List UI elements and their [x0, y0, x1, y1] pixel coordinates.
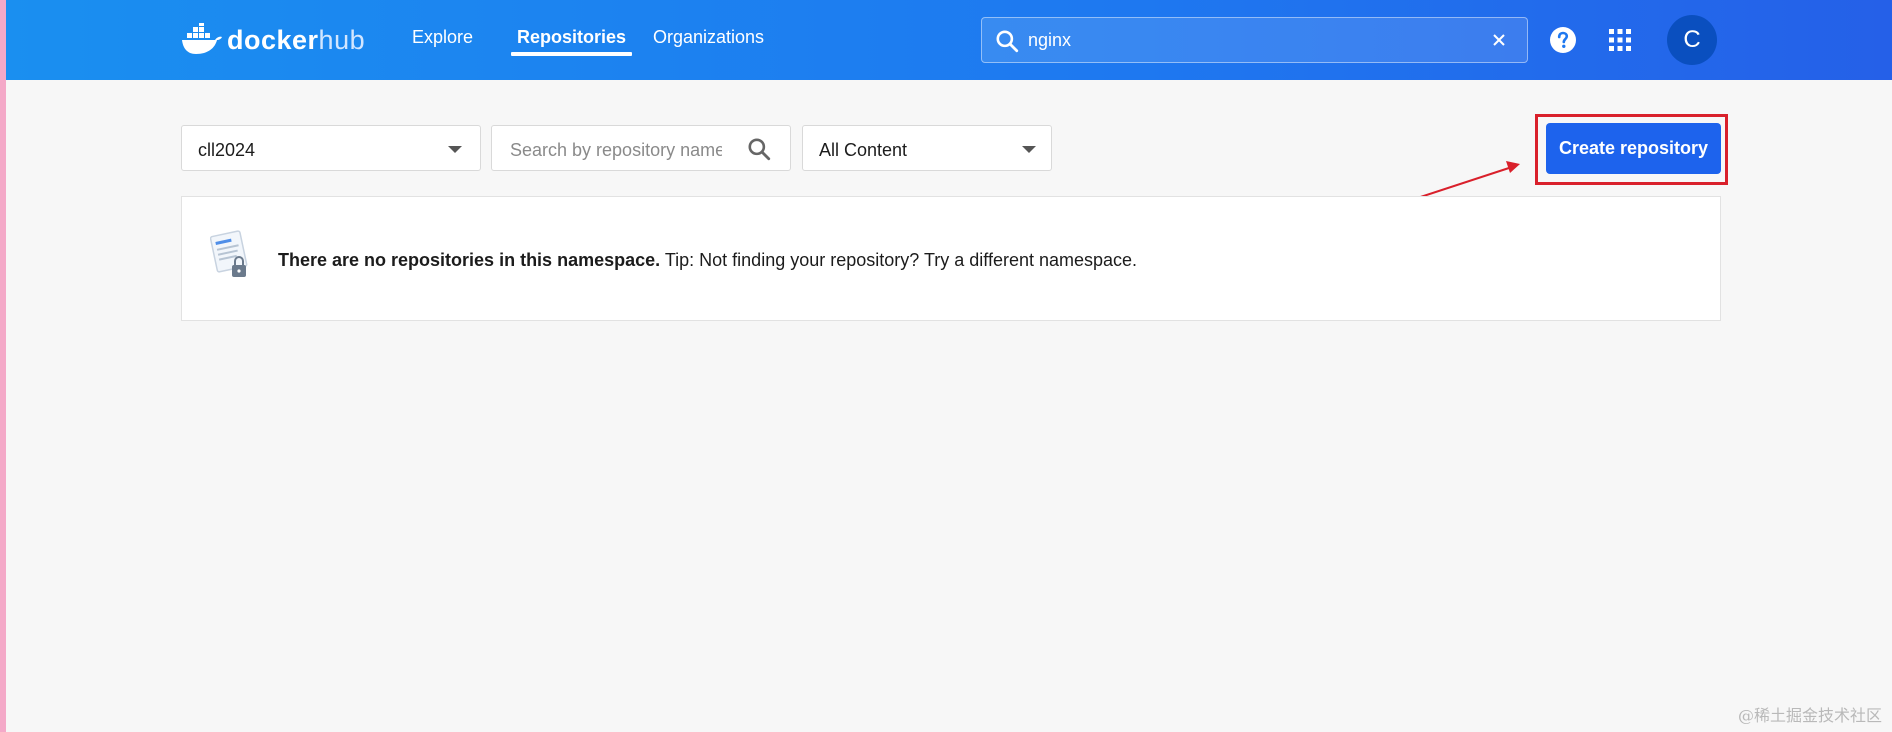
docker-whale-icon: [182, 23, 222, 54]
nav-active-indicator: [511, 52, 632, 56]
search-icon: [996, 30, 1019, 53]
empty-repository-illustration: [210, 230, 248, 277]
chevron-down-icon: [448, 146, 462, 153]
logo-text-docker: docker: [227, 24, 319, 55]
empty-state-tip: Tip: Not finding your repository? Try a …: [660, 250, 1138, 270]
empty-state-card: There are no repositories in this namesp…: [181, 196, 1721, 321]
nav-repositories[interactable]: Repositories: [517, 27, 626, 48]
nav-organizations[interactable]: Organizations: [653, 27, 764, 48]
user-avatar[interactable]: C: [1667, 15, 1717, 65]
help-icon[interactable]: [1549, 26, 1577, 54]
apps-grid-icon[interactable]: [1608, 28, 1632, 52]
clear-search-icon[interactable]: [1489, 30, 1509, 50]
namespace-select[interactable]: cll2024: [181, 125, 481, 171]
search-icon[interactable]: [746, 136, 772, 162]
content-filter-value: All Content: [819, 140, 908, 160]
namespace-value: cll2024: [198, 140, 256, 160]
nav-explore[interactable]: Explore: [412, 27, 473, 48]
global-search-input[interactable]: nginx: [981, 17, 1528, 63]
logo-text-hub: hub: [318, 24, 366, 55]
create-repository-button[interactable]: Create repository: [1546, 123, 1721, 174]
content-filter-select[interactable]: All Content: [802, 125, 1052, 171]
empty-state-message: There are no repositories in this namesp…: [278, 250, 1137, 271]
empty-state-title: There are no repositories in this namesp…: [278, 250, 661, 270]
global-search-value[interactable]: nginx: [1028, 30, 1071, 51]
window-edge-strip: [0, 0, 6, 732]
top-navigation-bar: dockerhub Explore Repositories Organizat…: [6, 0, 1892, 80]
repository-search-input[interactable]: Search by repository name: [491, 125, 791, 171]
watermark-text: @稀土掘金技术社区: [1737, 706, 1882, 725]
repository-search-placeholder: Search by repository name: [510, 140, 722, 160]
dockerhub-logo[interactable]: dockerhub: [181, 20, 365, 60]
chevron-down-icon: [1022, 146, 1036, 153]
